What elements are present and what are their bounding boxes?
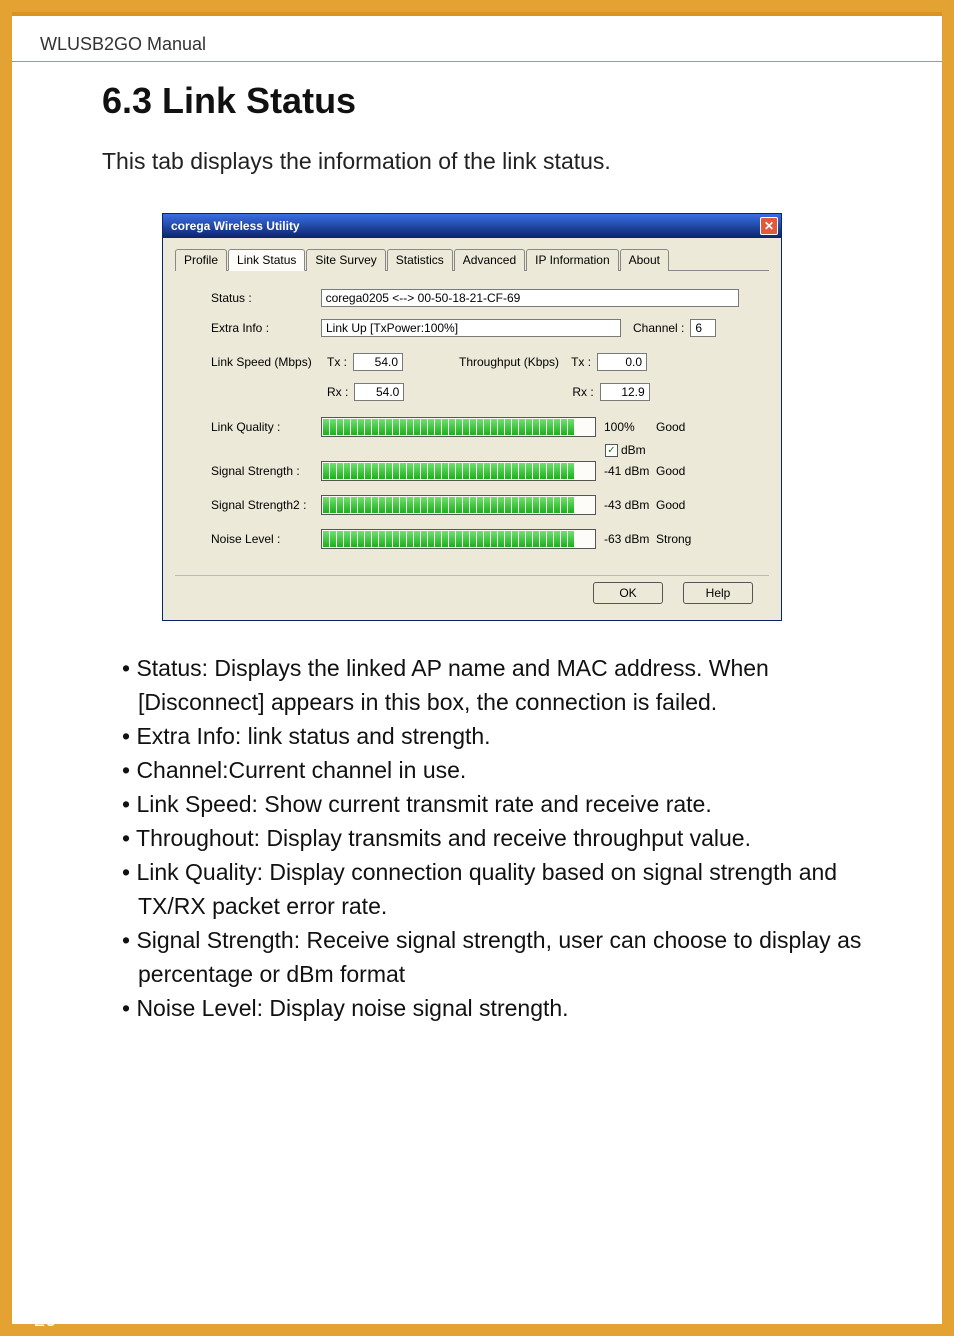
bullet-link-quality: • Link Quality: Display connection quali…: [102, 855, 882, 923]
tp-tx-label: Tx :: [571, 355, 591, 369]
noise-level-label: Noise Level :: [211, 532, 321, 546]
help-button[interactable]: Help: [683, 582, 753, 604]
ls-tx-label: Tx :: [327, 355, 347, 369]
dbm-label: dBm: [621, 443, 646, 457]
bullet-link-speed: • Link Speed: Show current transmit rate…: [102, 787, 882, 821]
ls-rx-field[interactable]: 54.0: [354, 383, 404, 401]
link-quality-bar: [321, 417, 596, 437]
bullet-status: • Status: Displays the linked AP name an…: [102, 651, 882, 719]
tab-advanced[interactable]: Advanced: [454, 249, 525, 271]
bullet-list: • Status: Displays the linked AP name an…: [102, 651, 882, 1025]
signal-strength2-bar: [321, 495, 596, 515]
extra-info-label: Extra Info :: [211, 321, 321, 335]
signal-strength-label: Signal Strength :: [211, 464, 321, 478]
channel-field[interactable]: 6: [690, 319, 716, 337]
tab-site-survey[interactable]: Site Survey: [306, 249, 385, 271]
status-label: Status :: [211, 291, 321, 305]
intro-text: This tab displays the information of the…: [102, 148, 882, 175]
tabstrip: Profile Link Status Site Survey Statisti…: [175, 248, 769, 271]
window-title: corega Wireless Utility: [171, 219, 300, 233]
tp-tx-field[interactable]: 0.0: [597, 353, 647, 371]
titlebar: corega Wireless Utility ✕: [163, 214, 781, 238]
ls-rx-label: Rx :: [327, 385, 348, 399]
tab-ip-information[interactable]: IP Information: [526, 249, 618, 271]
close-icon[interactable]: ✕: [760, 217, 778, 235]
tab-link-status[interactable]: Link Status: [228, 249, 305, 271]
tp-rx-field[interactable]: 12.9: [600, 383, 650, 401]
ls-tx-field[interactable]: 54.0: [353, 353, 403, 371]
extra-info-field[interactable]: Link Up [TxPower:100%]: [321, 319, 621, 337]
link-quality-label: Link Quality :: [211, 420, 321, 434]
channel-label: Channel :: [633, 321, 684, 335]
noise-level-bar: [321, 529, 596, 549]
noise-level-value: -63 dBm: [604, 532, 656, 546]
noise-level-rating: Strong: [656, 532, 691, 546]
signal-strength-rating: Good: [656, 464, 685, 478]
throughput-label: Throughput (Kbps): [459, 355, 559, 369]
status-field[interactable]: corega0205 <--> 00-50-18-21-CF-69: [321, 289, 739, 307]
app-window: corega Wireless Utility ✕ Profile Link S…: [162, 213, 782, 621]
page-number: 20: [34, 1309, 56, 1332]
manual-header: WLUSB2GO Manual: [12, 16, 942, 62]
signal-strength2-rating: Good: [656, 498, 685, 512]
bullet-signal-strength: • Signal Strength: Receive signal streng…: [102, 923, 882, 991]
tab-statistics[interactable]: Statistics: [387, 249, 453, 271]
linkspeed-label: Link Speed (Mbps): [211, 355, 321, 369]
bullet-noise-level: • Noise Level: Display noise signal stre…: [102, 991, 882, 1025]
tab-profile[interactable]: Profile: [175, 249, 227, 271]
link-quality-rating: Good: [656, 420, 685, 434]
tp-rx-label: Rx :: [572, 385, 593, 399]
bullet-extra-info: • Extra Info: link status and strength.: [102, 719, 882, 753]
tab-about[interactable]: About: [620, 249, 669, 271]
ok-button[interactable]: OK: [593, 582, 663, 604]
signal-strength-bar: [321, 461, 596, 481]
signal-strength2-value: -43 dBm: [604, 498, 656, 512]
link-quality-value: 100%: [604, 420, 656, 434]
bullet-throughout: • Throughout: Display transmits and rece…: [102, 821, 882, 855]
section-title: 6.3 Link Status: [102, 80, 882, 122]
dbm-checkbox[interactable]: ✓: [605, 444, 618, 457]
signal-strength-value: -41 dBm: [604, 464, 656, 478]
signal-strength2-label: Signal Strength2 :: [211, 498, 321, 512]
bullet-channel: • Channel:Current channel in use.: [102, 753, 882, 787]
